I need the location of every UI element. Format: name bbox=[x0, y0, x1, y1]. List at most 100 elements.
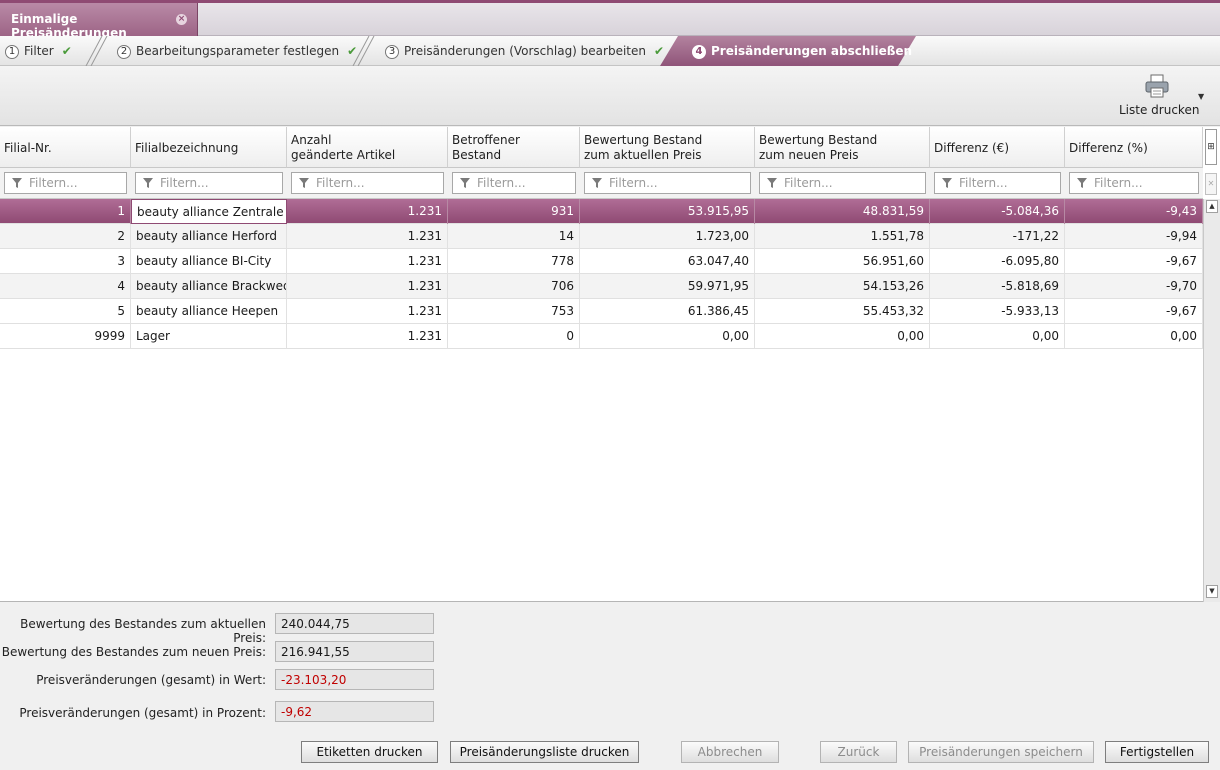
cell-valuation-current[interactable]: 53.915,95 bbox=[580, 199, 755, 224]
filter-placeholder: Filtern... bbox=[29, 176, 78, 190]
table-row[interactable]: 9999 Lager 1.231 0 0,00 0,00 0,00 0,00 bbox=[0, 324, 1203, 349]
filter-input-branch-name[interactable]: Filtern... bbox=[135, 172, 283, 194]
cell-affected-stock[interactable]: 778 bbox=[448, 249, 580, 274]
clear-filter-icon[interactable]: ✕ bbox=[1205, 173, 1217, 195]
cell-valuation-new[interactable]: 54.153,26 bbox=[755, 274, 930, 299]
cell-valuation-current[interactable]: 63.047,40 bbox=[580, 249, 755, 274]
finish-button[interactable]: Fertigstellen bbox=[1105, 741, 1209, 763]
cell-branch-number[interactable]: 5 bbox=[0, 299, 131, 324]
cell-changed-articles[interactable]: 1.231 bbox=[287, 299, 448, 324]
save-price-changes-button[interactable]: Preisänderungen speichern bbox=[908, 741, 1094, 763]
cell-valuation-current[interactable]: 61.386,45 bbox=[580, 299, 755, 324]
filter-input-difference-pct[interactable]: Filtern... bbox=[1069, 172, 1199, 194]
cell-branch-name[interactable]: Lager bbox=[131, 324, 287, 349]
cell-difference-pct[interactable]: -9,94 bbox=[1065, 224, 1203, 249]
column-header-valuation-new[interactable]: Bewertung Bestand zum neuen Preis bbox=[755, 127, 930, 168]
back-button[interactable]: Zurück bbox=[820, 741, 897, 763]
cell-valuation-new[interactable]: 0,00 bbox=[755, 324, 930, 349]
scroll-down-icon[interactable]: ▼ bbox=[1206, 585, 1218, 598]
column-header-affected-stock[interactable]: Betroffener Bestand bbox=[448, 127, 580, 168]
diff-value-label: Preisveränderungen (gesamt) in Wert: bbox=[36, 673, 266, 687]
cell-affected-stock[interactable]: 706 bbox=[448, 274, 580, 299]
cell-valuation-new[interactable]: 56.951,60 bbox=[755, 249, 930, 274]
filter-input-affected-stock[interactable]: Filtern... bbox=[452, 172, 576, 194]
cell-difference-pct[interactable]: 0,00 bbox=[1065, 324, 1203, 349]
cell-valuation-current[interactable]: 0,00 bbox=[580, 324, 755, 349]
cell-difference-eur[interactable]: -6.095,80 bbox=[930, 249, 1065, 274]
column-header-branch-name[interactable]: Filialbezeichnung bbox=[131, 127, 287, 168]
close-icon[interactable]: × bbox=[176, 14, 187, 25]
new-valuation-label: Bewertung des Bestandes zum neuen Preis: bbox=[1, 645, 266, 659]
column-chooser-icon[interactable]: ⊞ bbox=[1205, 129, 1217, 165]
column-header-difference-pct[interactable]: Differenz (%) bbox=[1065, 127, 1203, 168]
cell-valuation-new[interactable]: 48.831,59 bbox=[755, 199, 930, 224]
cell-difference-pct[interactable]: -9,67 bbox=[1065, 299, 1203, 324]
cell-changed-articles[interactable]: 1.231 bbox=[287, 274, 448, 299]
cell-branch-name[interactable]: beauty alliance Heepen bbox=[131, 299, 287, 324]
branch-grid: Filial-Nr. Filialbezeichnung Anzahl geände… bbox=[0, 127, 1220, 602]
cell-difference-pct[interactable]: -9,67 bbox=[1065, 249, 1203, 274]
cell-changed-articles[interactable]: 1.231 bbox=[287, 224, 448, 249]
filter-input-branch-number[interactable]: Filtern... bbox=[4, 172, 127, 194]
filter-input-valuation-new[interactable]: Filtern... bbox=[759, 172, 926, 194]
table-row[interactable]: 1 beauty alliance Zentrale 1.231 931 53.915,… bbox=[0, 199, 1203, 224]
filter-input-difference-eur[interactable]: Filtern... bbox=[934, 172, 1061, 194]
step-filter[interactable]: 1 Filter ✔ bbox=[5, 36, 72, 66]
step-separator bbox=[85, 36, 108, 66]
filter-input-valuation-current[interactable]: Filtern... bbox=[584, 172, 751, 194]
cell-affected-stock[interactable]: 753 bbox=[448, 299, 580, 324]
diff-percent-field: -9,62 bbox=[275, 701, 434, 722]
table-row[interactable]: 4 beauty alliance Brackwede 1.231 706 59.971… bbox=[0, 274, 1203, 299]
cell-affected-stock[interactable]: 931 bbox=[448, 199, 580, 224]
cell-branch-number[interactable]: 4 bbox=[0, 274, 131, 299]
cell-difference-eur[interactable]: 0,00 bbox=[930, 324, 1065, 349]
filter-icon bbox=[767, 178, 777, 188]
table-row[interactable]: 3 beauty alliance BI-City 1.231 778 63.047,4… bbox=[0, 249, 1203, 274]
cell-branch-name[interactable]: beauty alliance BI-City bbox=[131, 249, 287, 274]
cell-changed-articles[interactable]: 1.231 bbox=[287, 324, 448, 349]
cell-valuation-new[interactable]: 55.453,32 bbox=[755, 299, 930, 324]
cancel-button[interactable]: Abbrechen bbox=[681, 741, 779, 763]
cell-difference-eur[interactable]: -5.818,69 bbox=[930, 274, 1065, 299]
cell-valuation-current[interactable]: 59.971,95 bbox=[580, 274, 755, 299]
column-header-difference-eur[interactable]: Differenz (€) bbox=[930, 127, 1065, 168]
cell-difference-eur[interactable]: -5.084,36 bbox=[930, 199, 1065, 224]
step-parameters[interactable]: 2 Bearbeitungsparameter festlegen ✔ bbox=[117, 36, 357, 66]
cell-branch-name[interactable]: beauty alliance Brackwede bbox=[131, 274, 287, 299]
print-price-change-list-button[interactable]: Preisänderungsliste drucken bbox=[450, 741, 639, 763]
step-label: Bearbeitungsparameter festlegen bbox=[136, 44, 340, 58]
cell-branch-number[interactable]: 2 bbox=[0, 224, 131, 249]
cell-branch-number[interactable]: 1 bbox=[0, 199, 131, 224]
table-row[interactable]: 2 beauty alliance Herford 1.231 14 1.723,00 1… bbox=[0, 224, 1203, 249]
wizard-steps: 1 Filter ✔ 2 Bearbeitungsparameter festlege… bbox=[0, 36, 1220, 66]
column-header-valuation-current[interactable]: Bewertung Bestand zum aktuellen Preis bbox=[580, 127, 755, 168]
cell-affected-stock[interactable]: 0 bbox=[448, 324, 580, 349]
current-valuation-field: 240.044,75 bbox=[275, 613, 434, 634]
dropdown-arrow-icon[interactable]: ▼ bbox=[1198, 92, 1204, 101]
scroll-up-icon[interactable]: ▲ bbox=[1206, 200, 1218, 213]
column-header-changed-articles[interactable]: Anzahl geänderte Artikel bbox=[287, 127, 448, 168]
cell-branch-number[interactable]: 9999 bbox=[0, 324, 131, 349]
column-header-branch-number[interactable]: Filial-Nr. bbox=[0, 127, 131, 168]
cell-changed-articles[interactable]: 1.231 bbox=[287, 249, 448, 274]
document-tab[interactable]: Einmalige Preisänderungen × bbox=[0, 3, 198, 40]
step-number: 3 bbox=[385, 45, 399, 59]
cell-changed-articles[interactable]: 1.231 bbox=[287, 199, 448, 224]
filter-input-changed-articles[interactable]: Filtern... bbox=[291, 172, 444, 194]
cell-difference-eur[interactable]: -5.933,13 bbox=[930, 299, 1065, 324]
table-row[interactable]: 5 beauty alliance Heepen 1.231 753 61.386,45… bbox=[0, 299, 1203, 324]
cell-valuation-new[interactable]: 1.551,78 bbox=[755, 224, 930, 249]
cell-difference-pct[interactable]: -9,70 bbox=[1065, 274, 1203, 299]
cell-branch-number[interactable]: 3 bbox=[0, 249, 131, 274]
step-edit-proposal[interactable]: 3 Preisänderungen (Vorschlag) bearbeiten ✔ bbox=[385, 36, 664, 66]
cell-affected-stock[interactable]: 14 bbox=[448, 224, 580, 249]
cell-branch-name[interactable]: beauty alliance Herford bbox=[131, 224, 287, 249]
cell-branch-name[interactable]: beauty alliance Zentrale bbox=[131, 199, 287, 224]
cell-valuation-current[interactable]: 1.723,00 bbox=[580, 224, 755, 249]
step-finish[interactable]: 4 Preisänderungen abschließen bbox=[692, 36, 912, 66]
vertical-scrollbar[interactable]: ▲ ▼ bbox=[1203, 199, 1220, 602]
print-labels-button[interactable]: Etiketten drucken bbox=[301, 741, 438, 763]
cell-difference-pct[interactable]: -9,43 bbox=[1065, 199, 1203, 224]
cell-difference-eur[interactable]: -171,22 bbox=[930, 224, 1065, 249]
print-list-button[interactable]: Liste drucken ▼ bbox=[1114, 72, 1204, 122]
